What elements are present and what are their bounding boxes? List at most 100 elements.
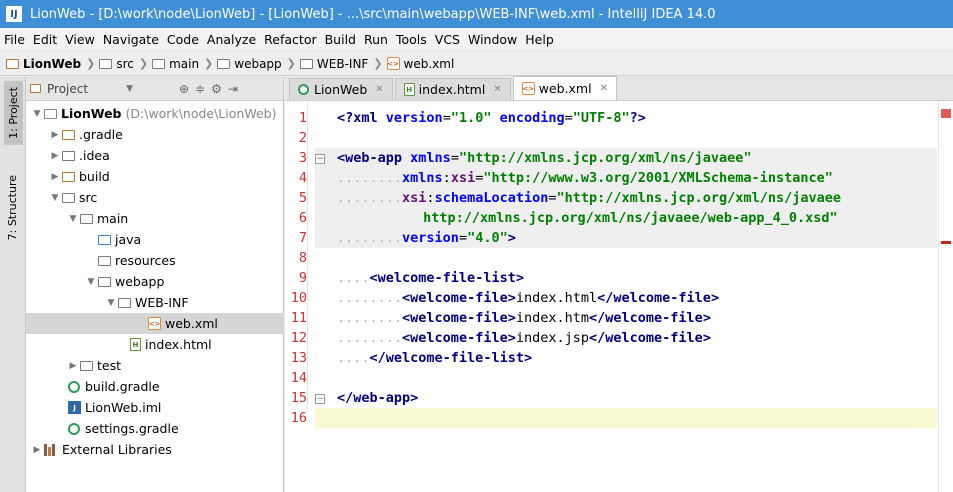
error-stripe-icon[interactable] xyxy=(941,109,951,118)
chevron-right-icon[interactable]: ▶ xyxy=(48,172,62,182)
dropdown-icon[interactable]: ▼ xyxy=(126,84,133,94)
tree-item-index-html[interactable]: Hindex.html xyxy=(26,334,284,355)
fold-marker-icon[interactable]: − xyxy=(315,154,325,164)
line-number: 10 xyxy=(290,290,307,306)
chevron-right-icon[interactable]: ▶ xyxy=(66,361,80,371)
breadcrumb-lionweb[interactable]: LionWeb ❯ xyxy=(6,57,95,71)
chevron-down-icon[interactable]: ▼ xyxy=(104,298,118,308)
folder-icon xyxy=(80,360,93,371)
folder-icon xyxy=(62,129,75,140)
tree-item-test[interactable]: ▶ test xyxy=(26,355,284,376)
tab-structure-tool[interactable]: 7: Structure xyxy=(6,171,19,244)
tree-item-build-gradle[interactable]: build.gradle xyxy=(26,376,284,397)
code-line: ........version="4.0"> xyxy=(315,228,937,248)
breadcrumb-web-inf[interactable]: WEB-INF ❯ xyxy=(299,57,383,71)
tab-lionweb[interactable]: LionWeb ✕ xyxy=(289,78,393,100)
chevron-right-icon[interactable]: ▶ xyxy=(48,151,62,161)
menu-build[interactable]: Build xyxy=(325,32,356,47)
html-file-icon: H xyxy=(403,83,415,96)
menu-tools[interactable]: Tools xyxy=(396,32,427,47)
close-icon[interactable]: ✕ xyxy=(493,84,501,95)
project-panel: Project ▼ ⊕ ≑ ⚙ ⇥ ▼ LionWeb (D:\work\node\… xyxy=(26,77,284,492)
tree-item-java[interactable]: java xyxy=(26,229,284,250)
breadcrumb-src[interactable]: src ❯ xyxy=(99,57,148,71)
menu-edit[interactable]: Edit xyxy=(33,32,57,47)
chevron-down-icon[interactable]: ▼ xyxy=(30,109,44,119)
menu-file[interactable]: File xyxy=(4,32,25,47)
chevron-down-icon[interactable]: ▼ xyxy=(48,193,62,203)
code-line: </web-app> xyxy=(337,390,419,406)
code-editor[interactable]: <?xml version="1.0" encoding="UTF-8"?> <… xyxy=(315,102,937,492)
code-line: ........xsi:schemaLocation="http://xmlns… xyxy=(315,188,937,208)
project-view-select[interactable]: Project xyxy=(47,82,88,96)
tree-item-webapp[interactable]: ▼ webapp xyxy=(26,271,284,292)
menu-window[interactable]: Window xyxy=(468,32,517,47)
chevron-right-icon[interactable]: ▶ xyxy=(30,445,44,455)
close-icon[interactable]: ✕ xyxy=(600,83,608,94)
breadcrumb-main[interactable]: main ❯ xyxy=(152,57,213,71)
line-number: 16 xyxy=(290,410,307,426)
folder-icon xyxy=(98,276,111,287)
title-bar: IJ LionWeb - [D:\work\node\LionWeb] - [L… xyxy=(0,0,953,28)
code-line: http://xmlns.jcp.org/xml/ns/javaee/web-a… xyxy=(315,208,937,228)
tree-item-web-xml[interactable]: <> web.xml xyxy=(26,313,284,334)
menu-code[interactable]: Code xyxy=(167,32,199,47)
tree-item-lionweb-iml[interactable]: J LionWeb.iml xyxy=(26,397,284,418)
tab-index-html[interactable]: Hindex.html ✕ xyxy=(394,78,511,100)
folder-icon xyxy=(118,297,131,308)
menu-vcs[interactable]: VCS xyxy=(435,32,460,47)
resources-folder-icon xyxy=(98,255,111,266)
folder-icon xyxy=(299,58,313,69)
menu-help[interactable]: Help xyxy=(525,32,554,47)
chevron-right-icon: ❯ xyxy=(373,57,383,70)
tree-item-gradle-dir[interactable]: ▶ .gradle xyxy=(26,124,284,145)
scroll-from-source-icon[interactable]: ⊕ xyxy=(179,82,189,96)
breadcrumb-webapp[interactable]: webapp ❯ xyxy=(217,57,296,71)
chevron-down-icon[interactable]: ▼ xyxy=(84,277,98,287)
folder-icon xyxy=(62,192,75,203)
line-number: 13 xyxy=(290,350,307,366)
breadcrumb-web-xml[interactable]: <> web.xml xyxy=(386,57,454,71)
code-line: ........<welcome-file>index.htm</welcome… xyxy=(337,310,711,326)
tree-item-settings-gradle[interactable]: settings.gradle xyxy=(26,418,284,439)
tree-item-external-libraries[interactable]: ▶ External Libraries xyxy=(26,439,284,460)
tree-item-resources[interactable]: resources xyxy=(26,250,284,271)
chevron-right-icon[interactable]: ▶ xyxy=(48,130,62,140)
collapse-icon[interactable]: ≑ xyxy=(195,82,205,96)
menu-bar: File Edit View Navigate Code Analyze Ref… xyxy=(0,28,953,50)
line-number: 8 xyxy=(298,250,307,266)
chevron-right-icon: ❯ xyxy=(138,57,149,70)
chevron-down-icon[interactable]: ▼ xyxy=(66,214,80,224)
tree-item-idea[interactable]: ▶ .idea xyxy=(26,145,284,166)
tree-item-lionweb[interactable]: ▼ LionWeb (D:\work\node\LionWeb) xyxy=(26,103,284,124)
tree-item-web-inf[interactable]: ▼ WEB-INF xyxy=(26,292,284,313)
tree-item-main[interactable]: ▼ main xyxy=(26,208,284,229)
editor-tabs: LionWeb ✕ Hindex.html ✕ <> web.xml ✕ xyxy=(285,76,953,101)
editor-scrollbar[interactable] xyxy=(938,101,953,492)
fold-marker-icon[interactable]: − xyxy=(315,394,325,404)
menu-view[interactable]: View xyxy=(65,32,95,47)
line-number: 15 xyxy=(290,390,307,406)
tab-web-xml[interactable]: <> web.xml ✕ xyxy=(512,76,617,100)
xml-file-icon: <> xyxy=(148,317,161,330)
line-number: 2 xyxy=(298,130,307,146)
tree-item-build[interactable]: ▶ build xyxy=(26,166,284,187)
line-number: 1 xyxy=(298,110,307,126)
line-number-gutter: 1 2 3 4 5 6 7 8 9 10 11 12 13 14 15 16 xyxy=(285,102,307,492)
hide-icon[interactable]: ⇥ xyxy=(228,82,238,96)
xml-file-icon: <> xyxy=(386,57,400,70)
gear-icon[interactable]: ⚙ xyxy=(211,82,222,96)
tab-project-tool[interactable]: 1: Project xyxy=(4,81,23,145)
tool-window-strip: 1: Project 7: Structure xyxy=(0,77,26,492)
menu-refactor[interactable]: Refactor xyxy=(264,32,316,47)
code-line: <?xml version="1.0" encoding="UTF-8"?> xyxy=(337,110,646,126)
tree-item-src[interactable]: ▼ src xyxy=(26,187,284,208)
menu-navigate[interactable]: Navigate xyxy=(103,32,159,47)
menu-analyze[interactable]: Analyze xyxy=(207,32,256,47)
close-icon[interactable]: ✕ xyxy=(375,84,383,95)
xml-file-icon: <> xyxy=(521,82,535,95)
error-marker[interactable] xyxy=(941,241,951,244)
menu-run[interactable]: Run xyxy=(364,32,388,47)
code-line: <web-app xmlns="http://xmlns.jcp.org/xml… xyxy=(315,148,937,168)
folder-icon xyxy=(152,58,166,69)
